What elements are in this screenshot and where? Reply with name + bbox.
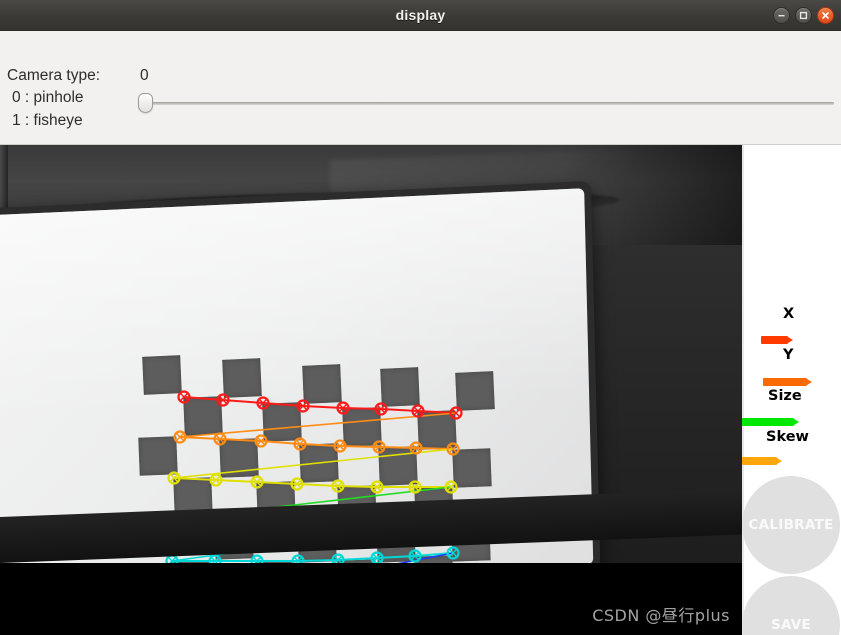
window-title: display [395,7,446,23]
metric-label-size: Size [768,388,802,404]
panel-divider [742,145,744,635]
camera-scene: CSDN @昼行plus [0,145,742,635]
camera-view[interactable]: CSDN @昼行plus [0,145,742,635]
camera-type-slider[interactable] [138,93,834,113]
camera-type-option-pinhole: 0 : pinhole [12,89,84,106]
metric-bar-size [742,418,799,426]
minimize-button[interactable] [773,7,790,24]
window-controls [773,7,834,24]
calibration-panel: X Y Size Skew CALIBRATE SAVE COMMIT [742,145,841,635]
camera-type-option-fisheye: 1 : fisheye [12,112,83,129]
metric-label-x: X [783,306,795,322]
maximize-button[interactable] [795,7,812,24]
camera-type-value: 0 [140,67,149,84]
save-button[interactable]: SAVE [742,576,840,635]
watermark-text: CSDN @昼行plus [592,606,730,625]
camera-type-slider-handle[interactable] [138,93,153,113]
window-titlebar: display [0,0,841,31]
metric-label-skew: Skew [766,429,809,445]
metric-bar-x [761,336,793,344]
detected-corners-overlay [164,390,464,615]
metric-bar-skew [742,457,782,465]
camera-type-slider-track[interactable] [145,102,834,105]
close-icon [822,12,829,19]
minimize-icon [778,15,785,17]
application-window: display Camera type: 0 : pinhole 1 : fis… [0,0,841,635]
metric-label-y: Y [783,347,794,363]
metric-bar-y [763,378,812,386]
maximize-icon [799,11,808,20]
camera-type-label: Camera type: [7,67,101,84]
calibrate-button[interactable]: CALIBRATE [742,476,840,574]
close-button[interactable] [817,7,834,24]
slider-controls-panel: Camera type: 0 : pinhole 1 : fisheye 0 s… [0,31,841,174]
